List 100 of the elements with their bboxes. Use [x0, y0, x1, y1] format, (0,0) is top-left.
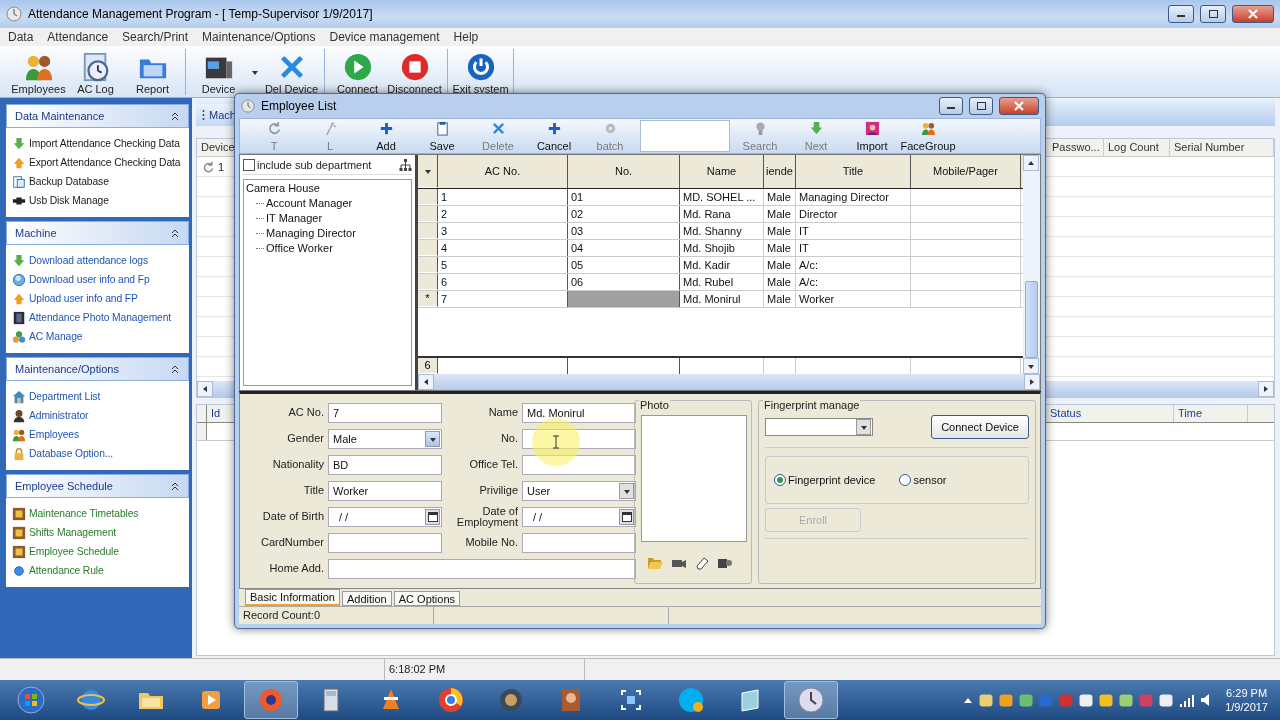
sidebar-link[interactable]: Employee Schedule: [12, 542, 185, 561]
connect-button[interactable]: Connect Device: [931, 414, 1029, 439]
column-header[interactable]: Name: [680, 154, 764, 188]
tree-item[interactable]: Account Manager: [266, 197, 353, 209]
toolbar-button[interactable]: Device: [190, 48, 247, 95]
menu-item[interactable]: Device management: [329, 30, 440, 44]
tab[interactable]: AC Options: [393, 591, 460, 607]
tray-icon[interactable]: [979, 693, 994, 707]
date-field[interactable]: / /: [522, 506, 636, 527]
sidebar-link[interactable]: Database Option...: [12, 444, 185, 463]
sidebar-link[interactable]: Employees: [12, 425, 185, 444]
sidebar-link[interactable]: Attendance Rule: [12, 561, 185, 580]
toolbar-button[interactable]: Employees: [10, 48, 67, 95]
table-cell: 5: [438, 256, 568, 273]
tab[interactable]: Addition: [342, 591, 392, 607]
column-header[interactable]: AC No.: [438, 154, 568, 188]
tray-icon[interactable]: [1119, 693, 1134, 707]
dropdown-field[interactable]: [765, 417, 873, 436]
dropdown-field[interactable]: User: [522, 480, 636, 501]
panel-header[interactable]: Employee Schedule: [6, 474, 189, 498]
scroll-left-button[interactable]: [197, 381, 213, 397]
maximize-button[interactable]: [969, 96, 993, 115]
toolbar-button[interactable]: Connect: [329, 48, 386, 95]
toolbar-button[interactable]: Import: [844, 118, 900, 153]
minimize-button[interactable]: [1168, 5, 1194, 23]
toolbar-button[interactable]: Cancel: [526, 118, 582, 153]
minimize-button[interactable]: [939, 96, 963, 115]
calendar-button[interactable]: [619, 508, 634, 525]
tree-item[interactable]: Managing Director: [266, 227, 356, 239]
sidebar-link[interactable]: AC Manage: [12, 327, 185, 346]
input-field[interactable]: Md. Monirul: [522, 402, 636, 423]
checkbox[interactable]: [243, 158, 255, 171]
maximize-button[interactable]: [1200, 5, 1226, 23]
column-header[interactable]: No.: [568, 154, 680, 188]
taskbar-app-icon[interactable]: [244, 681, 298, 719]
sidebar-link[interactable]: Upload user info and FP: [12, 289, 185, 308]
dropdown-button[interactable]: [425, 430, 440, 447]
scroll-thumb[interactable]: [1025, 280, 1038, 358]
toolbar-button[interactable]: Del Device: [263, 48, 320, 95]
tray-icon[interactable]: [1019, 693, 1034, 707]
toolbar-button[interactable]: AC Log: [67, 48, 124, 95]
sidebar-link[interactable]: Administrator: [12, 406, 185, 425]
column-header[interactable]: Title: [796, 154, 911, 188]
column-header[interactable]: iende: [764, 154, 796, 188]
tray-icon[interactable]: [1099, 693, 1114, 707]
radio-button[interactable]: [899, 473, 912, 486]
signal-icon[interactable]: [1179, 693, 1196, 707]
toolbar-button[interactable]: FaceGroup: [900, 118, 956, 153]
panel-header[interactable]: Maintenance/Options: [6, 357, 189, 381]
toolbar-button[interactable]: Disconnect: [386, 48, 443, 95]
input-field[interactable]: [328, 558, 636, 579]
radio-button[interactable]: [774, 473, 786, 486]
column-header[interactable]: Mobile/Pager: [911, 154, 1021, 188]
tree-item[interactable]: IT Manager: [266, 212, 323, 224]
date-field[interactable]: / /: [328, 506, 442, 527]
panel-header[interactable]: Machine: [6, 221, 189, 245]
sidebar-link[interactable]: Usb Disk Manage: [12, 191, 185, 210]
tree-item[interactable]: Camera House: [246, 180, 409, 196]
search-field[interactable]: [640, 119, 730, 152]
sidebar-link[interactable]: Import Attendance Checking Data: [12, 134, 185, 153]
input-field[interactable]: BD: [328, 454, 442, 475]
input-field[interactable]: 7: [328, 402, 442, 423]
sidebar-link[interactable]: Download user info and Fp: [12, 270, 185, 289]
menu-item[interactable]: Attendance: [47, 30, 109, 44]
toolbar-button[interactable]: Add: [358, 118, 414, 153]
eraser-icon[interactable]: [695, 555, 709, 570]
calendar-button[interactable]: [425, 508, 440, 525]
tab[interactable]: Basic Information: [245, 589, 340, 607]
menu-item[interactable]: Data: [8, 30, 34, 44]
input-field[interactable]: [328, 532, 442, 553]
toolbar-button[interactable]: Exit system: [452, 48, 509, 95]
input-field[interactable]: [522, 532, 636, 553]
tree-item[interactable]: Office Worker: [266, 242, 333, 254]
menu-item[interactable]: Maintenance/Options: [202, 30, 316, 44]
tray-icon[interactable]: [1159, 693, 1174, 707]
scroll-up-button[interactable]: [1023, 154, 1039, 171]
tray-icon[interactable]: [999, 693, 1014, 707]
volume-icon[interactable]: [1201, 693, 1212, 707]
menu-item[interactable]: Search/Print: [122, 30, 189, 44]
tray-icon[interactable]: [1079, 693, 1094, 707]
dropdown-field[interactable]: Male: [328, 428, 442, 449]
sidebar-link[interactable]: Maintenance Timetables: [12, 504, 185, 523]
sidebar-link[interactable]: Export Attendance Checking Data: [12, 153, 185, 172]
input-field[interactable]: Worker: [328, 480, 442, 501]
close-button[interactable]: [999, 96, 1039, 115]
sidebar-link[interactable]: Attendance Photo Management: [12, 308, 185, 327]
sidebar-link[interactable]: Download attendance logs: [12, 251, 185, 270]
menu-item[interactable]: Help: [453, 30, 479, 44]
scroll-right-button[interactable]: [1258, 381, 1274, 397]
toolbar-button[interactable]: Report: [124, 48, 181, 95]
panel-header[interactable]: Data Maintenance: [6, 104, 189, 128]
dropdown-button[interactable]: [619, 482, 634, 499]
toolbar-button[interactable]: Save: [414, 118, 470, 153]
input-field[interactable]: [522, 454, 636, 475]
sidebar-link[interactable]: Backup Database: [12, 172, 185, 191]
sidebar-link[interactable]: Department List: [12, 387, 185, 406]
scroll-down-button[interactable]: [1023, 357, 1039, 374]
input-field[interactable]: [522, 428, 636, 449]
sidebar-link[interactable]: Shifts Management: [12, 523, 185, 542]
close-button[interactable]: [1232, 5, 1274, 23]
